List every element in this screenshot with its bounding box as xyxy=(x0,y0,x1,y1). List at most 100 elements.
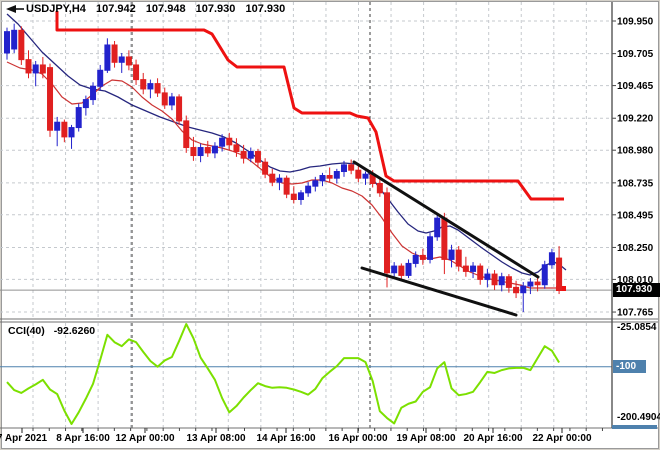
candle-bull xyxy=(97,69,104,87)
candle-bear xyxy=(154,83,161,94)
ohlc-open-value: 107.942 xyxy=(95,3,136,15)
candle-bear xyxy=(18,29,25,61)
cci-line xyxy=(6,323,560,425)
cci-level-badge: -100 xyxy=(613,360,646,373)
candle-bull xyxy=(54,121,61,131)
time-axis-label: 7 Apr 2021 xyxy=(0,433,48,444)
candle-bear xyxy=(183,120,190,149)
time-axis-label: 16 Apr 00:00 xyxy=(328,433,388,444)
subwindow-bottom-bar xyxy=(612,425,657,429)
candle-bull xyxy=(548,252,555,266)
candle-bear xyxy=(491,273,498,286)
candle-bear xyxy=(176,96,183,122)
candle-bull xyxy=(498,276,505,286)
time-axis-label: 14 Apr 16:00 xyxy=(256,433,316,444)
candle-bear xyxy=(326,175,333,179)
candle-bear xyxy=(161,92,168,106)
candle-bull xyxy=(147,83,154,90)
candle-bull xyxy=(219,137,226,147)
time-axis-label: 8 Apr 16:00 xyxy=(56,433,110,444)
chart-shift-arrow-icon[interactable] xyxy=(5,4,25,14)
candle-bull xyxy=(90,85,97,101)
candle-bull xyxy=(211,145,218,154)
ohlc-close-value: 107.930 xyxy=(245,3,286,15)
candle-bull xyxy=(527,281,534,287)
symbol-timeframe-label: USDJPY,H4 xyxy=(26,3,86,15)
candle-bull xyxy=(427,236,434,260)
ohlc-low-value: 107.930 xyxy=(195,3,236,15)
chart-title-bar: USDJPY,H4 107.942 107.948 107.930 107.93… xyxy=(26,3,292,15)
price-axis-label: 109.950 xyxy=(617,17,654,28)
candle-bull xyxy=(82,99,89,109)
candle-bull xyxy=(11,29,18,50)
current-price-badge: 107.930 xyxy=(613,283,660,297)
cci-max-label: -25.0854 xyxy=(617,322,657,333)
price-axis-label: 109.705 xyxy=(617,49,654,60)
candle-bull xyxy=(541,264,548,286)
candle-bull xyxy=(75,107,82,129)
candle-bull xyxy=(4,31,10,54)
candle-bull xyxy=(340,164,347,173)
candle-bear xyxy=(47,67,54,131)
candle-bear xyxy=(419,254,426,260)
candle-bull xyxy=(197,147,204,157)
candle-bear xyxy=(355,169,362,179)
candle-bear xyxy=(283,177,290,195)
candle-bull xyxy=(118,56,125,63)
candle-bull xyxy=(470,265,477,272)
price-axis-label: 108.495 xyxy=(617,210,654,221)
candle-bear xyxy=(111,44,118,63)
candle-bull xyxy=(168,96,175,106)
candle-bear xyxy=(140,79,147,90)
candle-bear xyxy=(477,265,484,280)
candle-bear xyxy=(455,249,462,267)
candle-bull xyxy=(412,254,419,264)
candle-bear xyxy=(384,192,391,274)
time-axis-label: 19 Apr 08:00 xyxy=(396,433,456,444)
arrow-triangle xyxy=(6,5,16,13)
time-axis-label: 22 Apr 00:00 xyxy=(532,433,592,444)
candle-bear xyxy=(125,56,132,66)
candle-bull xyxy=(297,192,304,200)
candle-bull xyxy=(305,185,312,194)
price-chart-canvas[interactable]: 109.950 109.705 109.465 109.220 108.980 108.7… xyxy=(0,0,660,450)
indicator-value-label: -92.6260 xyxy=(53,325,96,337)
candle-bear xyxy=(25,59,32,74)
candle-bear xyxy=(505,276,512,288)
candle-bull xyxy=(434,217,441,238)
candle-bull xyxy=(333,171,340,179)
time-axis-label: 12 Apr 00:00 xyxy=(115,433,175,444)
price-axis-label: 107.765 xyxy=(617,308,654,319)
price-axis-label: 109.220 xyxy=(617,114,654,125)
candle-bull xyxy=(405,262,412,276)
candle-bear xyxy=(39,64,46,74)
candle-bear xyxy=(398,265,405,276)
time-axis-label: 20 Apr 16:00 xyxy=(463,433,523,444)
candle-bear xyxy=(133,64,140,81)
candle-bear xyxy=(254,151,261,163)
candle-bull xyxy=(319,175,326,182)
candle-bear xyxy=(204,147,211,154)
candle-bull xyxy=(104,44,111,71)
candle-bear xyxy=(190,147,197,157)
candle-bull xyxy=(276,177,283,183)
time-axis-label: 13 Apr 08:00 xyxy=(186,433,246,444)
candle-bear xyxy=(61,121,68,138)
candle-bear xyxy=(226,137,233,146)
price-axis-label: 108.250 xyxy=(617,243,654,254)
candle-bear xyxy=(290,193,297,200)
candle-bear xyxy=(269,173,276,183)
ohlc-high-value: 107.948 xyxy=(145,3,186,15)
candle-bear xyxy=(513,286,520,294)
cci-min-label: -200.4904 xyxy=(617,412,660,423)
candle-bear xyxy=(262,161,269,175)
candle-bear xyxy=(348,164,355,171)
mt4-chart-window: { "window": { "symbol": "USDJPY,H4", "op… xyxy=(0,0,660,450)
price-axis-label: 109.465 xyxy=(617,81,654,92)
candle-bull xyxy=(391,265,398,274)
candle-bull xyxy=(362,173,369,179)
price-axis-label: 108.980 xyxy=(617,146,654,157)
candle-bull xyxy=(312,180,319,187)
price-axis-label: 108.735 xyxy=(617,178,654,189)
candle-bull xyxy=(32,64,39,74)
